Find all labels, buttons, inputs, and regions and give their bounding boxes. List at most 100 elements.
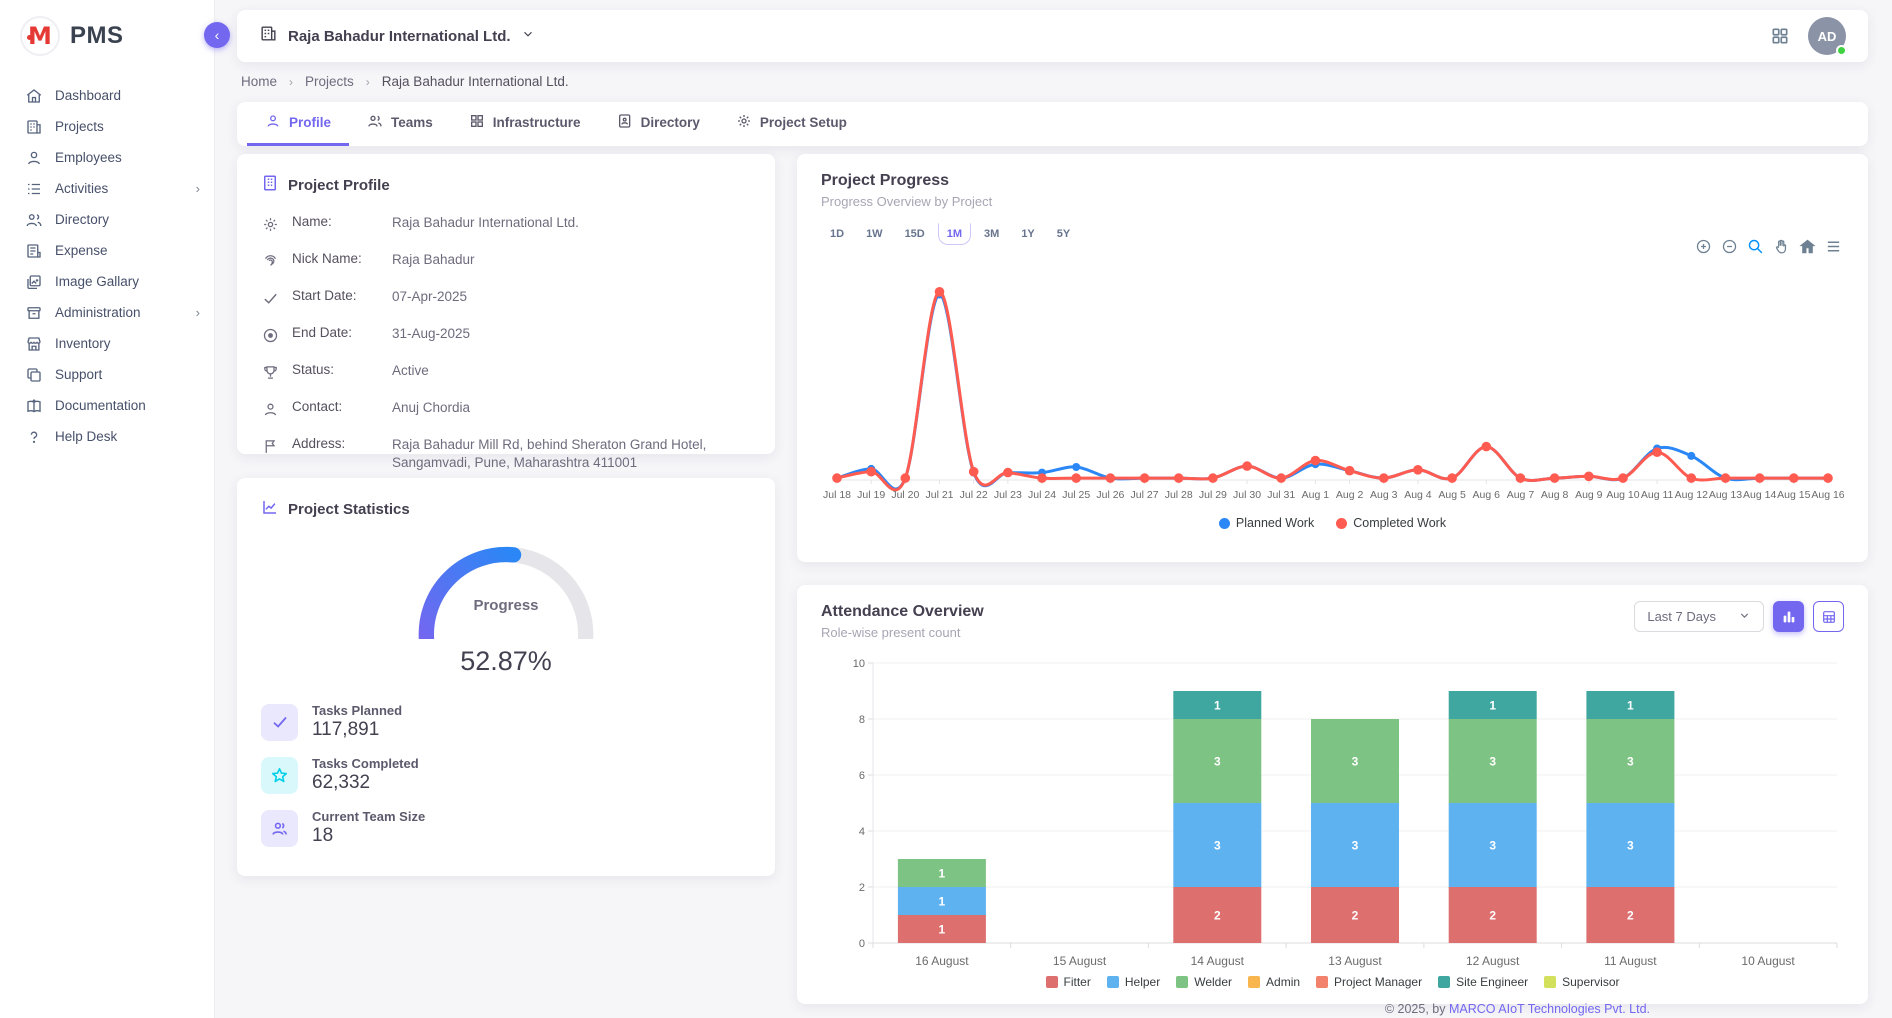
selection-zoom-icon[interactable]: [1747, 238, 1764, 255]
svg-text:Jul 23: Jul 23: [994, 489, 1022, 501]
zoom-out-icon[interactable]: [1721, 238, 1738, 255]
legend-helper[interactable]: Helper: [1107, 975, 1160, 989]
svg-text:Jul 25: Jul 25: [1062, 489, 1090, 501]
svg-text:Jul 21: Jul 21: [926, 489, 954, 501]
footer-company-link[interactable]: MARCO AIoT Technologies Pvt. Ltd.: [1449, 1002, 1650, 1016]
range-button-1w[interactable]: 1W: [857, 223, 892, 245]
svg-text:15 August: 15 August: [1053, 954, 1107, 968]
online-status-dot: [1836, 45, 1847, 56]
people-icon: [261, 810, 298, 847]
tab-teams[interactable]: Teams: [349, 102, 451, 146]
legend-project-manager[interactable]: Project Manager: [1316, 975, 1422, 989]
sidebar-item-projects[interactable]: Projects: [0, 111, 214, 142]
zoom-in-icon[interactable]: [1695, 238, 1712, 255]
breadcrumb-home[interactable]: Home: [241, 74, 277, 89]
svg-text:Aug 16: Aug 16: [1811, 489, 1844, 501]
bar-chart-view-button[interactable]: [1773, 601, 1804, 632]
flag-icon: [261, 437, 280, 456]
chevron-down-icon: [1738, 609, 1751, 625]
building-icon: [259, 24, 278, 48]
range-button-15d[interactable]: 15D: [896, 223, 934, 245]
svg-text:Aug 15: Aug 15: [1777, 489, 1810, 501]
sidebar-item-support[interactable]: Support: [0, 359, 214, 390]
range-selector: 1D1W15D1M3M1Y5Y: [821, 223, 1844, 245]
svg-text:3: 3: [1489, 755, 1496, 769]
star-icon: [261, 757, 298, 794]
range-button-1y[interactable]: 1Y: [1012, 223, 1043, 245]
sidebar-item-documentation[interactable]: Documentation: [0, 390, 214, 421]
grid-icon: [469, 113, 485, 132]
menu-icon[interactable]: [1825, 238, 1842, 255]
user-avatar[interactable]: AD: [1808, 17, 1846, 55]
company-selector[interactable]: Raja Bahadur International Ltd.: [259, 24, 535, 48]
sidebar-item-activities[interactable]: Activities ›: [0, 173, 214, 204]
range-button-5y[interactable]: 5Y: [1048, 223, 1079, 245]
attendance-controls: Last 7 Days: [1634, 601, 1844, 632]
legend-planned-work[interactable]: Planned Work: [1219, 516, 1314, 530]
svg-text:16 August: 16 August: [915, 954, 969, 968]
legend-fitter[interactable]: Fitter: [1046, 975, 1091, 989]
stat-current-team-size: Current Team Size 18: [261, 809, 751, 847]
sidebar-item-expense[interactable]: Expense: [0, 235, 214, 266]
svg-text:Jul 22: Jul 22: [960, 489, 988, 501]
range-button-1d[interactable]: 1D: [821, 223, 853, 245]
tab-infrastructure[interactable]: Infrastructure: [451, 102, 599, 146]
attendance-bar-chart[interactable]: 024681011116 August15 August233114 Augus…: [821, 651, 1844, 973]
sidebar-item-image-gallery[interactable]: Image Gallary: [0, 266, 214, 297]
completed-work-line: [837, 292, 1828, 490]
svg-text:2: 2: [859, 882, 865, 894]
gear-icon: [736, 113, 752, 132]
svg-text:3: 3: [1214, 755, 1221, 769]
pan-icon[interactable]: [1773, 238, 1790, 255]
svg-text:3: 3: [1352, 839, 1359, 853]
sidebar-item-administration[interactable]: Administration ›: [0, 297, 214, 328]
project-progress-card: Project Progress Progress Overview by Pr…: [797, 154, 1868, 562]
svg-text:1: 1: [939, 867, 946, 881]
footer: © 2025, by MARCO AIoT Technologies Pvt. …: [1385, 1002, 1650, 1016]
field-name: Name: Raja Bahadur International Ltd.: [261, 214, 751, 234]
legend-completed-work[interactable]: Completed Work: [1336, 516, 1446, 530]
svg-text:Aug 2: Aug 2: [1336, 489, 1364, 501]
range-button-3m[interactable]: 3M: [975, 223, 1008, 245]
sidebar-item-directory[interactable]: Directory: [0, 204, 214, 235]
progress-line-chart[interactable]: Jul 18Jul 19Jul 20Jul 21Jul 22Jul 23Jul …: [821, 258, 1844, 508]
svg-text:1: 1: [1489, 699, 1496, 713]
legend-supervisor[interactable]: Supervisor: [1544, 975, 1619, 989]
sidebar-item-help-desk[interactable]: Help Desk: [0, 421, 214, 452]
sidebar-item-dashboard[interactable]: Dashboard: [0, 80, 214, 111]
project-profile-card: Project Profile Name: Raja Bahadur Inter…: [237, 154, 775, 454]
sidebar-item-employees[interactable]: Employees: [0, 142, 214, 173]
sidebar: M PMS Dashboard Projects Employees Activ…: [0, 0, 215, 1018]
chevron-right-icon: ›: [366, 75, 370, 89]
date-range-select[interactable]: Last 7 Days: [1634, 601, 1764, 632]
tab-project-setup[interactable]: Project Setup: [718, 102, 865, 146]
svg-text:13 August: 13 August: [1328, 954, 1382, 968]
field-start-date: Start Date: 07-Apr-2025: [261, 288, 751, 308]
range-button-1m[interactable]: 1M: [938, 223, 971, 245]
svg-text:Aug 9: Aug 9: [1575, 489, 1603, 501]
home-icon[interactable]: [1799, 238, 1816, 255]
svg-text:4: 4: [859, 826, 865, 838]
apps-grid-icon[interactable]: [1770, 26, 1790, 46]
sidebar-collapse-button[interactable]: ‹: [204, 22, 230, 48]
svg-text:Aug 5: Aug 5: [1438, 489, 1466, 501]
svg-text:Jul 19: Jul 19: [857, 489, 885, 501]
brand[interactable]: M PMS: [0, 0, 214, 76]
chevron-right-icon: ›: [289, 75, 293, 89]
people-icon: [367, 113, 383, 132]
tab-directory[interactable]: Directory: [599, 102, 718, 146]
trophy-icon: [261, 363, 280, 382]
card-title: Project Statistics: [288, 501, 410, 518]
sidebar-item-inventory[interactable]: Inventory: [0, 328, 214, 359]
table-view-button[interactable]: [1813, 601, 1844, 632]
legend-admin[interactable]: Admin: [1248, 975, 1300, 989]
legend-welder[interactable]: Welder: [1176, 975, 1232, 989]
field-address: Address: Raja Bahadur Mill Rd, behind Sh…: [261, 436, 751, 472]
svg-text:3: 3: [1214, 839, 1221, 853]
store-icon: [24, 334, 43, 353]
tab-profile[interactable]: Profile: [247, 102, 349, 146]
breadcrumb-projects[interactable]: Projects: [305, 74, 354, 89]
line-chart-legend: Planned Work Completed Work: [797, 516, 1868, 530]
svg-text:Jul 24: Jul 24: [1028, 489, 1056, 501]
legend-site-engineer[interactable]: Site Engineer: [1438, 975, 1528, 989]
